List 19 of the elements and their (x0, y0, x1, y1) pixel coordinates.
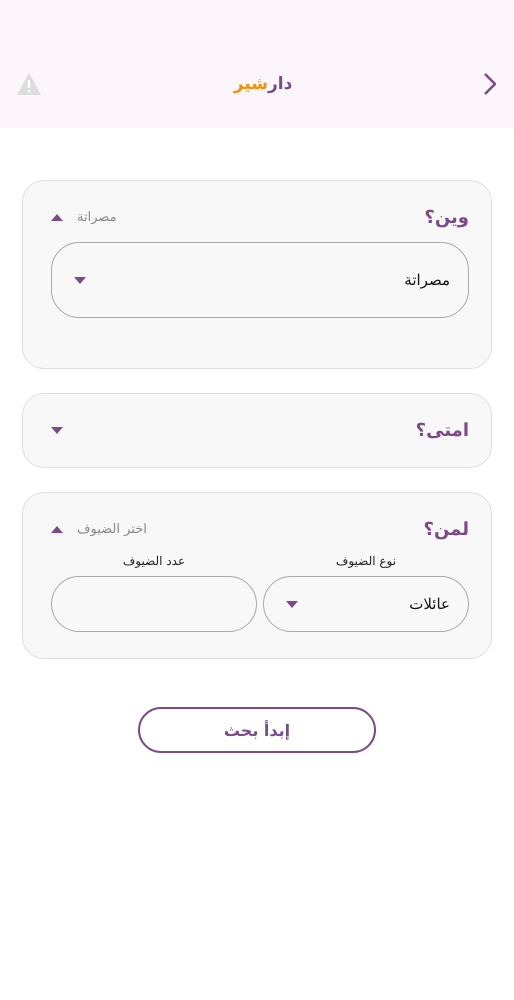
input-field[interactable] (51, 576, 257, 632)
dropdown-field[interactable]: عائلات (263, 576, 469, 632)
section-summary: مصراتة (77, 210, 117, 225)
caret-down-icon (286, 600, 298, 608)
field-label: عدد الضيوف (122, 554, 186, 568)
caret-up-icon[interactable] (51, 526, 63, 533)
logo-text: شير (234, 74, 268, 94)
section-title: وين؟ (424, 207, 469, 228)
search-button[interactable]: إبدأ بحث (138, 707, 376, 753)
logo-text: دار (268, 74, 292, 94)
chevron-right-icon[interactable] (484, 73, 496, 95)
section-title: لمن؟ (424, 519, 469, 540)
section-summary: اختر الضيوف (77, 522, 147, 537)
caret-down-icon[interactable] (51, 427, 63, 434)
caret-up-icon[interactable] (51, 214, 63, 221)
section-title: امتى؟ (416, 420, 469, 441)
field-label: نوع الضيوف (336, 554, 396, 568)
caret-down-icon (74, 276, 86, 284)
dropdown-field[interactable]: مصراتة (51, 242, 469, 318)
